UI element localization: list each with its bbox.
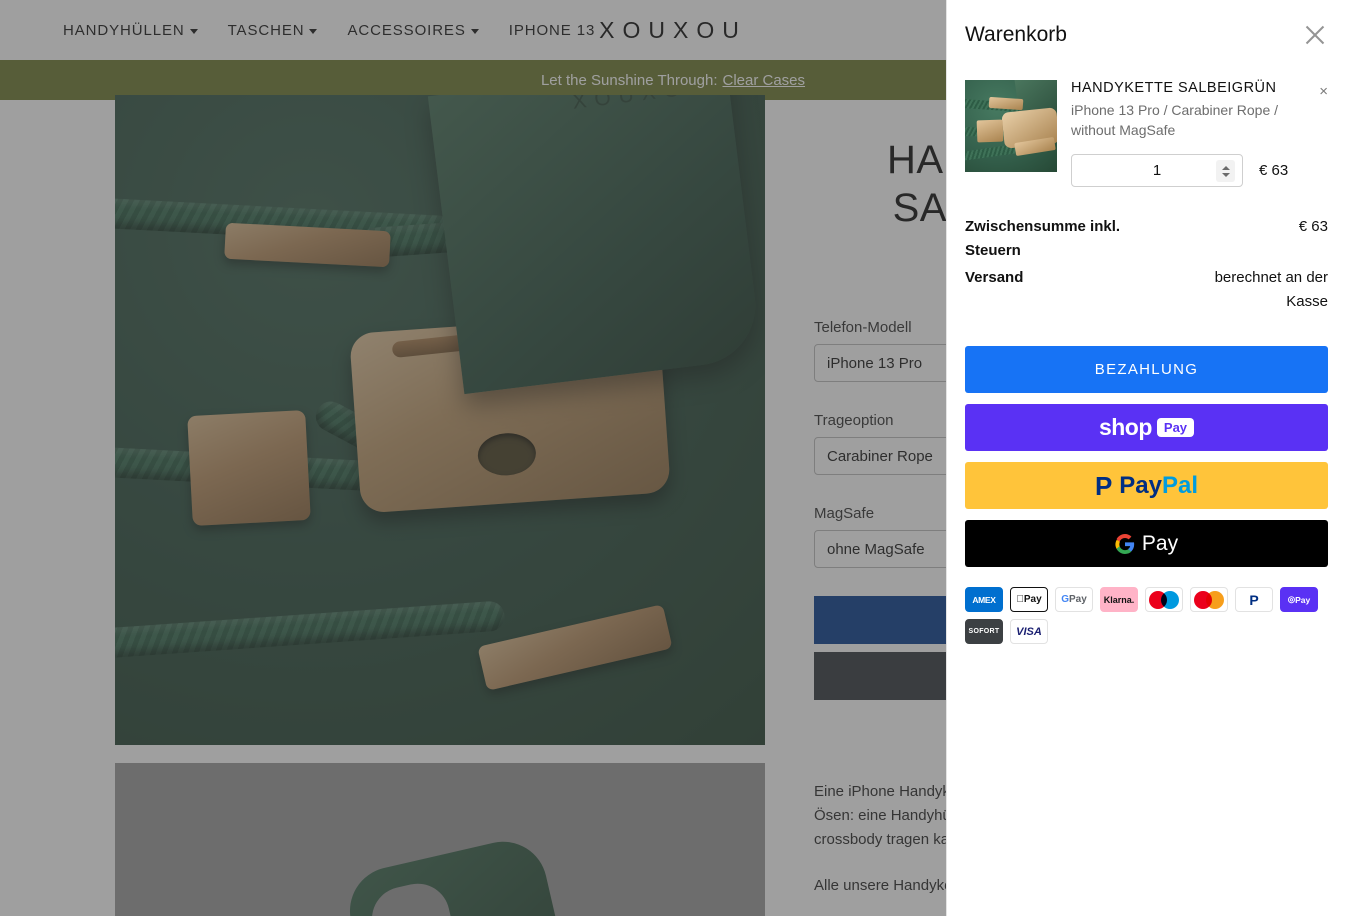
apple-pay-label: Pay xyxy=(1020,594,1042,605)
paypal-pal-text: Pal xyxy=(1162,471,1199,499)
apple-pay-icon: Pay xyxy=(1010,587,1048,612)
chevron-up-icon[interactable] xyxy=(1221,165,1230,170)
shop-pay-button[interactable]: shop Pay xyxy=(965,404,1328,451)
klarna-icon: Klarna. xyxy=(1100,587,1138,612)
paypal-pay-text: Pay xyxy=(1119,471,1162,499)
subtotal-label: Zwischensumme inkl. Steuern xyxy=(965,218,1121,259)
cart-title: Warenkorb xyxy=(965,23,1067,46)
mastercard-circles xyxy=(1194,590,1224,609)
shop-pay-method-icon: ◎ Pay xyxy=(1280,587,1318,612)
shipping-row: Versand berechnet an der Kasse xyxy=(965,266,1328,314)
subtotal-value: € 63 xyxy=(1298,218,1328,235)
thumb-metal xyxy=(988,96,1024,111)
google-pay-button[interactable]: Pay xyxy=(965,520,1328,567)
thumb-metal xyxy=(976,119,1004,143)
shop-pay-icon: shop Pay xyxy=(1098,414,1195,441)
page-root: HANDYHÜLLEN TASCHEN ACCESSOIRES IPHONE 1… xyxy=(0,0,1346,916)
cart-totals: Zwischensumme inkl. Steuern € 63 Versand… xyxy=(965,215,1328,314)
paypal-button[interactable]: P PayPal xyxy=(965,462,1328,509)
maestro-circles xyxy=(1149,590,1179,609)
google-pay-label: Pay xyxy=(1068,594,1087,605)
cart-header: Warenkorb xyxy=(965,0,1328,62)
paypal-mark: P xyxy=(1094,470,1113,501)
cart-item-variant: iPhone 13 Pro / Carabiner Rope / without… xyxy=(1071,102,1279,138)
cart-item-qty-row: 1 € 63 xyxy=(1071,154,1306,187)
payment-buttons: BEZAHLUNG shop Pay P PayPal Pay xyxy=(965,346,1328,567)
cart-item-details: HANDYKETTE SALBEIGRÜN iPhone 13 Pro / Ca… xyxy=(1071,80,1328,187)
subtotal-row: Zwischensumme inkl. Steuern € 63 xyxy=(965,215,1328,263)
paypal-method-icon: P xyxy=(1235,587,1273,612)
visa-icon: VISA xyxy=(1010,619,1048,644)
sofort-icon: SOFORT xyxy=(965,619,1003,644)
close-icon[interactable] xyxy=(1302,22,1328,48)
quantity-spinner[interactable] xyxy=(1216,160,1235,182)
cart-item-price: € 63 xyxy=(1259,162,1289,179)
shop-pay-label: Pay xyxy=(1295,594,1311,605)
product-thumbnail[interactable] xyxy=(965,80,1057,172)
shipping-label: Versand xyxy=(965,269,1024,286)
checkout-button[interactable]: BEZAHLUNG xyxy=(965,346,1328,393)
payment-methods-list: AMEX Pay GPay Klarna. P ◎Pay SOFORT VIS… xyxy=(965,587,1331,644)
quantity-value: 1 xyxy=(1152,162,1162,179)
amex-icon: AMEX xyxy=(965,587,1003,612)
google-pay-method-icon: G Pay xyxy=(1055,587,1093,612)
cart-item-name[interactable]: HANDYKETTE SALBEIGRÜN xyxy=(1071,80,1306,96)
remove-item-icon[interactable]: × xyxy=(1319,84,1328,99)
google-pay-word: Pay xyxy=(1141,531,1179,555)
google-g-letter: G xyxy=(1061,594,1069,605)
google-g-icon xyxy=(1115,533,1135,554)
quantity-stepper[interactable]: 1 xyxy=(1071,154,1243,187)
google-pay-icon: Pay xyxy=(1115,532,1178,556)
shop-pay-word: shop xyxy=(1098,414,1152,440)
mastercard-icon xyxy=(1190,587,1228,612)
shipping-value: berechnet an der Kasse xyxy=(1214,269,1328,310)
cart-drawer: Warenkorb HANDYKETTE SALBEIGRÜN iPhone 1… xyxy=(946,0,1346,916)
shop-pay-pill: Pay xyxy=(1156,418,1195,437)
cart-line-item: HANDYKETTE SALBEIGRÜN iPhone 13 Pro / Ca… xyxy=(965,80,1328,187)
paypal-icon: P PayPal xyxy=(1095,472,1198,500)
shop-pay-o-glyph: ◎ xyxy=(1287,594,1296,604)
apple-logo-glyph:  xyxy=(1016,594,1024,605)
maestro-icon xyxy=(1145,587,1183,612)
modal-overlay[interactable] xyxy=(0,0,946,916)
chevron-down-icon[interactable] xyxy=(1221,172,1230,177)
